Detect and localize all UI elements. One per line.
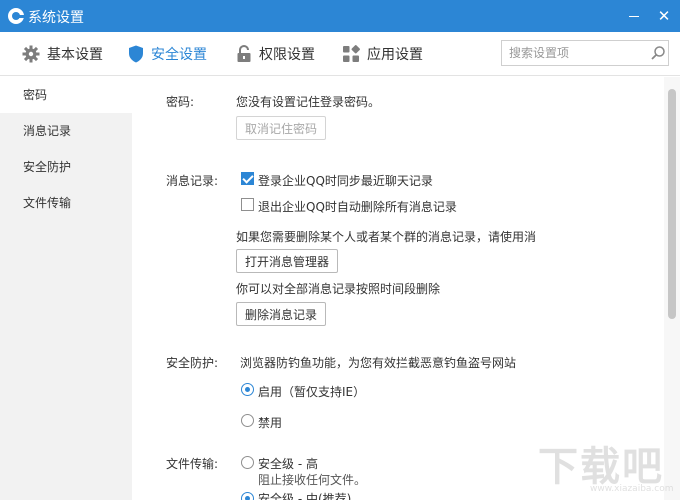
close-button[interactable]: ✕ (650, 0, 678, 32)
security-high-description: 阻止接收任何文件。 (258, 473, 367, 487)
app-logo-icon (8, 8, 24, 24)
settings-tab-bar: 基本设置 安全设置 权限设置 应用设置 (0, 32, 680, 76)
disable-protection-label[interactable]: 禁用 (258, 414, 282, 431)
tab-label: 应用设置 (367, 47, 423, 63)
delete-by-period-hint: 你可以对全部消息记录按照时间段删除 (236, 282, 441, 296)
password-status-text: 您没有设置记住登录密码。 (236, 95, 381, 109)
window-title: 系统设置 (28, 10, 84, 26)
title-bar: 系统设置 ✕ (0, 0, 680, 32)
tab-label: 基本设置 (47, 47, 103, 63)
tab-app-settings[interactable]: 应用设置 (342, 32, 423, 76)
site-watermark: 下载吧 www.xiazaiba.com (538, 434, 674, 496)
anti-phishing-description: 浏览器防钓鱼功能，为您有效拦截恶意钓鱼盗号网站 (240, 356, 517, 370)
message-manager-hint: 如果您需要删除某个人或者某个群的消息记录，请使用消 (236, 230, 537, 244)
lock-icon (237, 45, 251, 62)
file-transfer-section-label: 文件传输: (166, 457, 219, 471)
search-input[interactable] (502, 41, 642, 65)
watermark-url-text: www.xiazaiba.com (590, 484, 674, 494)
security-medium-radio[interactable] (241, 492, 254, 500)
grid-icon (343, 45, 360, 62)
search-icon[interactable] (650, 45, 666, 61)
search-box (501, 40, 669, 66)
messages-section-label: 消息记录: (166, 174, 219, 188)
sync-recent-chat-label[interactable]: 登录企业QQ时同步最近聊天记录 (258, 172, 433, 189)
security-high-radio[interactable] (241, 456, 254, 469)
open-message-manager-button[interactable]: 打开消息管理器 (236, 249, 339, 273)
tab-basic-settings[interactable]: 基本设置 (22, 32, 103, 76)
tab-security-settings[interactable]: 安全设置 (128, 32, 207, 76)
delete-message-records-button[interactable]: 删除消息记录 (236, 302, 327, 326)
minimize-button[interactable] (620, 0, 648, 32)
sync-recent-chat-checkbox[interactable] (241, 172, 254, 185)
minimize-icon (629, 15, 639, 17)
disable-protection-radio[interactable] (241, 414, 254, 427)
tab-permission-settings[interactable]: 权限设置 (236, 32, 315, 76)
tab-label: 权限设置 (259, 47, 315, 63)
protection-section-label: 安全防护: (166, 356, 219, 370)
tab-label: 安全设置 (151, 47, 207, 63)
shield-icon (129, 45, 143, 63)
sidebar-item-password[interactable]: 密码 (0, 77, 132, 113)
sidebar-item-messages[interactable]: 消息记录 (0, 113, 132, 149)
password-section-label: 密码: (166, 95, 195, 109)
settings-sidebar: 密码 消息记录 安全防护 文件传输 (0, 77, 132, 500)
clear-saved-password-button[interactable]: 取消记住密码 (236, 116, 327, 140)
sidebar-item-protection[interactable]: 安全防护 (0, 149, 132, 185)
security-medium-label[interactable]: 安全级 - 中(推荐) (258, 490, 351, 500)
scrollbar-thumb[interactable] (668, 89, 676, 319)
enable-protection-radio[interactable] (241, 383, 254, 396)
enable-protection-label[interactable]: 启用（暂仅支持IE） (258, 383, 365, 400)
sidebar-item-file-transfer[interactable]: 文件传输 (0, 185, 132, 221)
delete-on-exit-checkbox[interactable] (241, 198, 254, 211)
security-high-label[interactable]: 安全级 - 高 (258, 455, 318, 472)
gear-icon (22, 45, 40, 63)
delete-on-exit-label[interactable]: 退出企业QQ时自动删除所有消息记录 (258, 198, 457, 215)
